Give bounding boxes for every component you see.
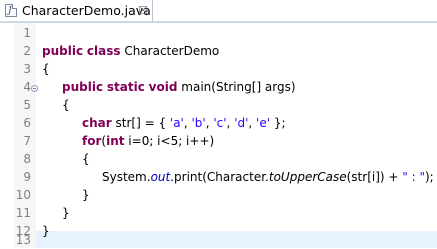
line-number: 2 <box>23 44 31 58</box>
code-line-9[interactable]: System.out.print(Character.toUpperCase(s… <box>102 168 434 186</box>
code-line-2[interactable]: public class CharacterDemo <box>42 42 219 60</box>
code-line-12[interactable]: } <box>42 222 50 240</box>
line-number: 7 <box>23 134 31 148</box>
line-number: 11 <box>15 206 31 220</box>
code-line-11[interactable]: } <box>62 204 70 222</box>
code-line-10[interactable]: } <box>82 186 90 204</box>
java-file-icon: J <box>5 4 17 17</box>
java-editor: J CharacterDemo.java ☒ 1 2 3 4 5 6 7 8 9… <box>0 0 437 248</box>
close-tab-icon[interactable]: ☒ <box>138 3 148 19</box>
collapse-method-icon[interactable] <box>31 85 38 92</box>
line-number: 5 <box>23 98 31 112</box>
code-line-8[interactable]: { <box>82 150 90 168</box>
line-number: 13 <box>15 233 31 247</box>
code-line-5[interactable]: { <box>62 96 70 114</box>
tab-characterdemo-java[interactable]: J CharacterDemo.java ☒ <box>0 0 153 22</box>
line-number: 1 <box>23 26 31 40</box>
line-number: 10 <box>15 188 31 202</box>
annotation-strip <box>0 23 14 248</box>
code-line-4[interactable]: public static void main(String[] args) <box>62 78 296 96</box>
tab-bar-divider <box>0 21 437 23</box>
line-number: 3 <box>23 62 31 76</box>
line-number: 6 <box>23 116 31 130</box>
editor-tab-bar: J CharacterDemo.java ☒ <box>0 0 437 22</box>
code-line-6[interactable]: char str[] = { 'a', 'b', 'c', 'd', 'e' }… <box>82 114 286 132</box>
tab-title: CharacterDemo.java <box>22 3 151 18</box>
code-line-3[interactable]: { <box>42 60 50 78</box>
line-number: 9 <box>23 170 31 184</box>
line-number: 8 <box>23 152 31 166</box>
code-line-7[interactable]: for(int i=0; i<5; i++) <box>82 132 214 150</box>
line-number: 4 <box>23 80 31 94</box>
current-line-highlight <box>36 231 437 248</box>
